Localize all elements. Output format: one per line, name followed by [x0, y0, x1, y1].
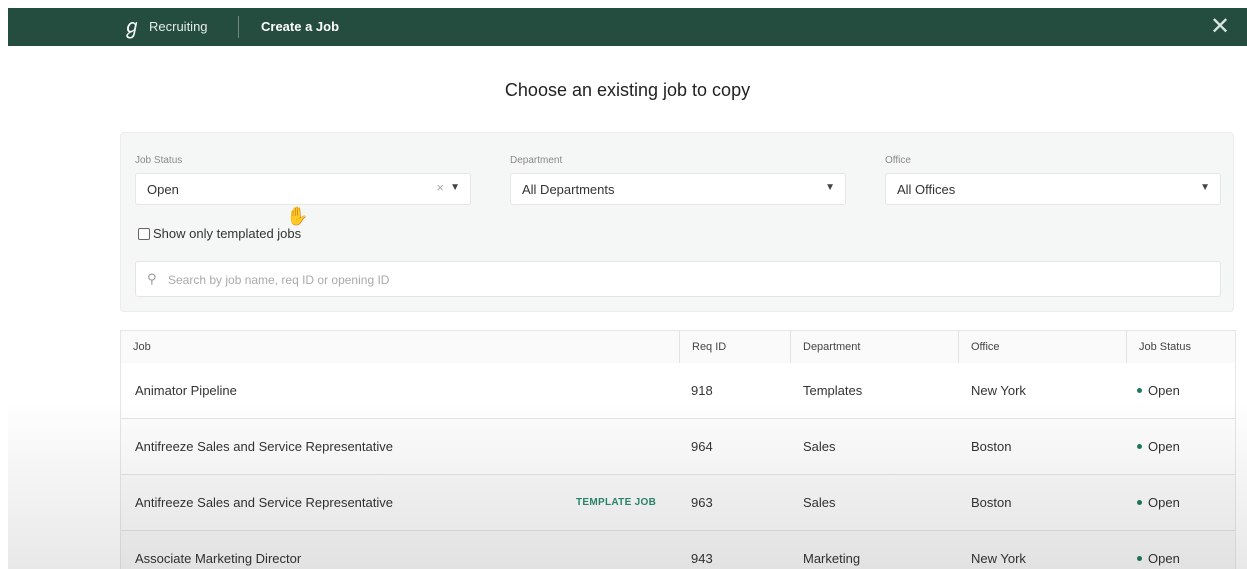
search-input[interactable] [166, 269, 1210, 291]
req-id: 963 [691, 495, 713, 510]
department: Templates [803, 383, 863, 398]
table-header: Job Req ID Department Office Job Status [121, 331, 1235, 364]
table-row[interactable]: Antifreeze Sales and Service Representat… [121, 419, 1235, 475]
office-value: All Offices [897, 182, 956, 197]
department: Sales [803, 439, 836, 454]
filter-panel: Job Status Open × ▼ Department All Depar… [120, 132, 1234, 312]
job-name[interactable]: Antifreeze Sales and Service Representat… [135, 439, 393, 454]
department: Marketing [803, 551, 861, 566]
top-bar: ℊ Recruiting Create a Job ✕ [8, 8, 1247, 46]
job-name[interactable]: Antifreeze Sales and Service Representat… [135, 495, 393, 510]
job-status: Open [1137, 551, 1180, 566]
office: New York [971, 383, 1026, 398]
column-header-office[interactable]: Office [958, 331, 1126, 363]
caret-down-icon[interactable]: ▼ [1200, 182, 1210, 193]
table-row[interactable]: Associate Marketing Director 943 Marketi… [121, 531, 1235, 569]
templated-jobs-label[interactable]: Show only templated jobs [153, 226, 301, 241]
job-status-value: Open [147, 182, 179, 197]
department-select[interactable]: All Departments ▼ [510, 173, 846, 205]
caret-down-icon[interactable]: ▼ [825, 182, 835, 193]
status-dot-icon [1137, 556, 1142, 562]
divider [238, 16, 239, 38]
template-job-badge: TEMPLATE JOB [576, 497, 657, 508]
column-header-job[interactable]: Job [121, 331, 679, 363]
jobs-table: Job Req ID Department Office Job Status … [120, 330, 1236, 569]
office: New York [971, 551, 1026, 566]
office: Boston [971, 495, 1012, 510]
department-label: Department [510, 155, 563, 166]
greenhouse-logo-icon[interactable]: ℊ [122, 15, 142, 37]
caret-down-icon[interactable]: ▼ [450, 182, 460, 193]
status-dot-icon [1137, 500, 1142, 506]
column-header-job-status[interactable]: Job Status [1126, 331, 1236, 363]
job-status-select[interactable]: Open × ▼ [135, 173, 471, 205]
search-icon: ⚲ [147, 271, 157, 286]
req-id: 964 [691, 439, 713, 454]
app-window: ℊ Recruiting Create a Job ✕ Choose an ex… [8, 8, 1247, 569]
job-status: Open [1137, 383, 1180, 398]
job-name[interactable]: Animator Pipeline [135, 383, 237, 398]
table-row[interactable]: Animator Pipeline 918 Templates New York… [121, 363, 1235, 419]
status-dot-icon [1137, 388, 1142, 394]
job-name[interactable]: Associate Marketing Director [135, 551, 301, 566]
job-status-text: Open [1148, 495, 1180, 510]
req-id: 943 [691, 551, 713, 566]
job-status: Open [1137, 439, 1180, 454]
status-dot-icon [1137, 444, 1142, 450]
job-status-text: Open [1148, 383, 1180, 398]
department-value: All Departments [522, 182, 615, 197]
office-select[interactable]: All Offices ▼ [885, 173, 1221, 205]
job-status: Open [1137, 495, 1180, 510]
job-status-text: Open [1148, 439, 1180, 454]
page-name: Create a Job [261, 19, 340, 34]
templated-jobs-checkbox[interactable] [138, 228, 150, 240]
brand-label[interactable]: Recruiting [149, 19, 208, 34]
department: Sales [803, 495, 836, 510]
req-id: 918 [691, 383, 713, 398]
clear-x-icon[interactable]: × [436, 180, 444, 195]
office: Boston [971, 439, 1012, 454]
job-status-label: Job Status [135, 155, 183, 166]
column-header-req-id[interactable]: Req ID [679, 331, 790, 363]
office-label: Office [885, 155, 911, 166]
table-row[interactable]: Antifreeze Sales and Service Representat… [121, 475, 1235, 531]
column-header-department[interactable]: Department [790, 331, 958, 363]
page-title: Choose an existing job to copy [504, 80, 751, 100]
job-status-text: Open [1148, 551, 1180, 566]
close-icon[interactable]: ✕ [1207, 14, 1233, 40]
search-box[interactable]: ⚲ [135, 261, 1221, 297]
